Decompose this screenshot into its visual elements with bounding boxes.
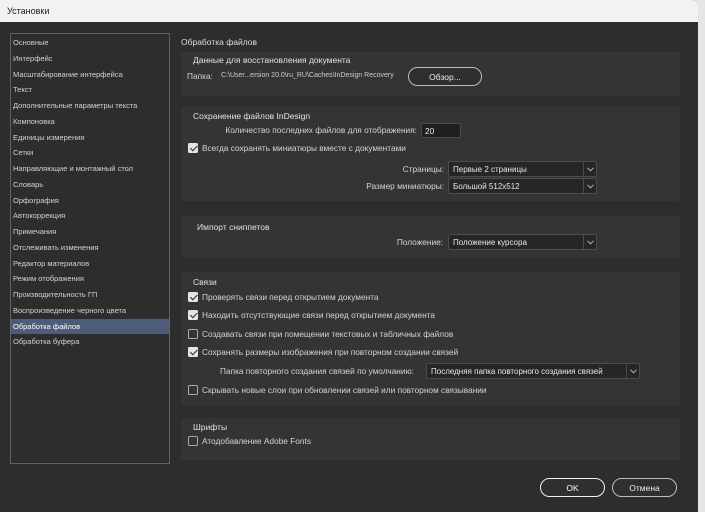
sidebar-item-ui-scaling[interactable]: Масштабирование интерфейса — [11, 67, 169, 83]
sidebar-item-guides[interactable]: Направляющие и монтажный стол — [11, 161, 169, 177]
auto-activate-fonts-option[interactable]: Атодобавление Adobe Fonts — [188, 436, 311, 446]
sidebar-item-units[interactable]: Единицы измерения — [11, 130, 169, 146]
saving-section-title: Сохранение файлов InDesign — [193, 110, 311, 121]
sidebar-item-display-performance[interactable]: Режим отображения — [11, 271, 169, 287]
hide-new-layers-option[interactable]: Скрывать новые слои при обновлении связе… — [188, 385, 487, 395]
links-section-title: Связи — [193, 276, 217, 287]
sidebar-item-general[interactable]: Основные — [11, 35, 169, 51]
snippets-section-title: Импорт сниппетов — [197, 221, 270, 232]
thumbnails-label: Всегда сохранять миниатюры вместе с доку… — [202, 143, 406, 153]
sidebar-item-clipboard-handling[interactable]: Обработка буфера — [11, 334, 169, 350]
thumbnail-size-dropdown-value: Большой 512x512 — [453, 181, 520, 191]
sidebar-item-composition[interactable]: Компоновка — [11, 114, 169, 130]
recovery-folder-path: C:\User...ersion 20.0\ru_RU\Caches\InDes… — [221, 72, 394, 79]
auto-activate-fonts-checkbox[interactable] — [188, 436, 198, 446]
thumbnail-size-label: Размер миниатюры: — [366, 181, 444, 191]
recent-files-label: Количество последних файлов для отображе… — [225, 125, 417, 135]
hide-new-layers-label: Скрывать новые слои при обновлении связе… — [202, 385, 487, 395]
sidebar-item-track-changes[interactable]: Отслеживать изменения — [11, 240, 169, 256]
auto-activate-fonts-label: Атодобавление Adobe Fonts — [202, 436, 311, 446]
create-links-checkbox[interactable] — [188, 329, 198, 339]
pages-label: Страницы: — [402, 164, 444, 174]
relink-folder-dropdown-value: Последняя папка повторного создания связ… — [431, 366, 603, 376]
find-missing-links-checkbox[interactable] — [188, 310, 198, 320]
sidebar-item-black-appearance[interactable]: Воспроизведение черного цвета — [11, 303, 169, 319]
position-label: Положение: — [396, 237, 443, 247]
relink-folder-label: Папка повторного создания связей по умол… — [220, 366, 415, 376]
chevron-down-icon — [583, 162, 596, 176]
pages-dropdown[interactable]: Первые 2 страницы — [448, 161, 597, 177]
hide-new-layers-checkbox[interactable] — [188, 385, 198, 395]
title-bar[interactable]: Установки — [0, 0, 698, 22]
preserve-dimensions-checkbox[interactable] — [188, 347, 198, 357]
recent-files-input[interactable] — [421, 123, 461, 138]
position-dropdown[interactable]: Положение курсора — [448, 234, 597, 250]
create-links-label: Создавать связи при помещении текстовых … — [202, 329, 454, 339]
check-links-checkbox[interactable] — [188, 292, 198, 302]
chevron-down-icon — [626, 364, 639, 378]
browse-button[interactable]: Обзор... — [408, 67, 482, 86]
sidebar-item-grids[interactable]: Сетки — [11, 145, 169, 161]
window-title: Установки — [7, 6, 50, 16]
sidebar-item-file-handling[interactable]: Обработка файлов — [11, 318, 169, 335]
relink-folder-dropdown[interactable]: Последняя папка повторного создания связ… — [426, 363, 640, 379]
recovery-section-title: Данные для восстановления документа — [193, 54, 351, 65]
fonts-section-title: Шрифты — [193, 421, 228, 432]
page-title: Обработка файлов — [181, 36, 257, 47]
sidebar-item-dictionary[interactable]: Словарь — [11, 177, 169, 193]
sidebar-item-type[interactable]: Текст — [11, 82, 169, 98]
sidebar-item-gpu-performance[interactable]: Производительность ГП — [11, 287, 169, 303]
sidebar-item-advanced-type[interactable]: Дополнительные параметры текста — [11, 98, 169, 114]
find-missing-links-option[interactable]: Находить отсутствующие связи перед откры… — [188, 310, 435, 320]
sidebar-item-notes[interactable]: Примечания — [11, 224, 169, 240]
category-list[interactable]: Основные Интерфейс Масштабирование интер… — [10, 33, 170, 464]
thumbnail-size-dropdown[interactable]: Большой 512x512 — [448, 178, 597, 194]
check-links-option[interactable]: Проверять связи перед открытием документ… — [188, 292, 379, 302]
preserve-dimensions-option[interactable]: Сохранять размеры изображения при повтор… — [188, 347, 458, 357]
preferences-dialog: Установки Основные Интерфейс Масштабиров… — [0, 0, 698, 512]
chevron-down-icon — [583, 179, 596, 193]
sidebar-item-interface[interactable]: Интерфейс — [11, 51, 169, 67]
chevron-down-icon — [583, 235, 596, 249]
sidebar-item-story-editor[interactable]: Редактор материалов — [11, 256, 169, 272]
find-missing-links-label: Находить отсутствующие связи перед откры… — [202, 310, 436, 320]
sidebar-item-spelling[interactable]: Орфография — [11, 193, 169, 209]
position-dropdown-value: Положение курсора — [453, 237, 527, 247]
sidebar-item-autocorrect[interactable]: Автокоррекция — [11, 208, 169, 224]
thumbnails-option[interactable]: Всегда сохранять миниатюры вместе с доку… — [188, 143, 406, 153]
ok-button[interactable]: OK — [540, 478, 605, 497]
preserve-dimensions-label: Сохранять размеры изображения при повтор… — [202, 347, 459, 357]
folder-label: Папка: — [187, 71, 213, 81]
thumbnails-checkbox[interactable] — [188, 143, 198, 153]
pages-dropdown-value: Первые 2 страницы — [453, 164, 527, 174]
create-links-option[interactable]: Создавать связи при помещении текстовых … — [188, 329, 453, 339]
check-links-label: Проверять связи перед открытием документ… — [202, 292, 379, 302]
cancel-button[interactable]: Отмена — [612, 478, 677, 497]
